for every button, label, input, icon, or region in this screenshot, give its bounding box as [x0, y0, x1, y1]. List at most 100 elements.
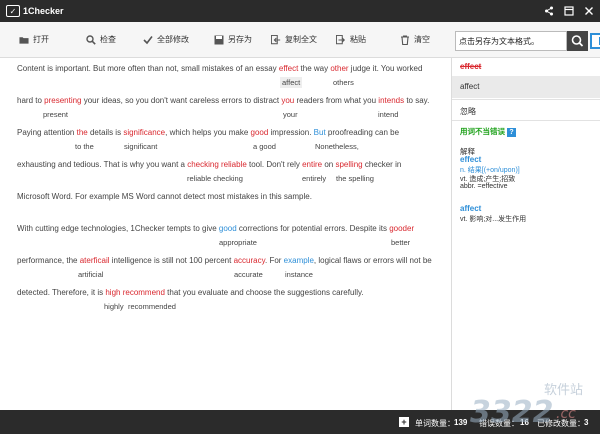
suggestion-item[interactable]: affect: [452, 76, 600, 98]
share-icon[interactable]: [544, 6, 554, 16]
error-word[interactable]: checking reliable: [187, 160, 247, 169]
error-word[interactable]: effect: [279, 64, 298, 73]
suggestion-chip[interactable]: artificial: [78, 270, 103, 279]
close-icon[interactable]: [584, 6, 594, 16]
status-bar: + 单词数量： 139 错误数量： 16 已修改数量： 3: [0, 410, 600, 434]
save-as-button[interactable]: 另存为: [214, 22, 252, 58]
advice-word[interactable]: good: [219, 224, 237, 233]
error-word[interactable]: good: [251, 128, 269, 137]
folder-icon: [19, 36, 29, 44]
editor-area[interactable]: Content is important. But more often tha…: [0, 58, 451, 410]
suggestion-chip[interactable]: significant: [124, 142, 157, 151]
text-run: , logical flaws or errors will not be: [313, 256, 432, 265]
clear-icon: [401, 34, 409, 45]
error-word[interactable]: the: [77, 128, 88, 137]
text-run: checker in: [362, 160, 402, 169]
error-word[interactable]: presenting: [44, 96, 81, 105]
search-input[interactable]: 点击另存为文本格式。: [455, 31, 567, 51]
suggestion-chip[interactable]: a good: [253, 142, 276, 151]
suggestion-chip[interactable]: reliable checking: [187, 174, 243, 183]
plus-icon[interactable]: +: [399, 417, 409, 427]
definition-word: affect: [460, 204, 482, 213]
text-run: hard to: [17, 96, 45, 105]
check-label: 检查: [100, 35, 116, 44]
search-button[interactable]: [567, 31, 588, 51]
title-bar: ✓ 1Checker: [0, 0, 600, 22]
suggestion-panel: effect affect 忽略 用词不当错误? 解释 effect n. 结果…: [451, 58, 600, 410]
fixed-count: 3: [584, 418, 589, 427]
search-area: 点击另存为文本格式。: [451, 22, 600, 58]
suggestion-chip[interactable]: the spelling: [336, 174, 374, 183]
report-link[interactable]: 用词不当错误?: [460, 126, 516, 137]
suggestion-chip[interactable]: accurate: [234, 270, 263, 279]
word-count: 139: [454, 418, 468, 427]
open-button[interactable]: 打开: [19, 22, 49, 58]
suggestion-chip[interactable]: affect: [280, 77, 303, 88]
app-title: 1Checker: [23, 6, 64, 16]
text-run: on: [322, 160, 336, 169]
advice-word[interactable]: But: [314, 128, 326, 137]
definition-line: vt. 影响;对...发生作用: [460, 216, 527, 223]
error-word[interactable]: other: [330, 64, 348, 73]
error-word[interactable]: significance: [123, 128, 165, 137]
paste-button[interactable]: 粘贴: [336, 22, 366, 58]
text-run: corrections for potential errors. Despit…: [236, 224, 390, 233]
text-run: tool. Don't rely: [246, 160, 303, 169]
paste-icon: [336, 34, 346, 44]
error-word[interactable]: gooder: [389, 224, 414, 233]
save-as-label: 另存为: [228, 35, 252, 44]
text-run: detected. Therefore, it is: [17, 288, 106, 297]
ignore-button[interactable]: 忽略: [452, 99, 600, 121]
text-run: Content is important. But more often tha…: [17, 64, 279, 73]
report-label: 用词不当错误: [460, 127, 505, 136]
error-word[interactable]: accuracy: [234, 256, 265, 265]
advice-word[interactable]: example: [284, 256, 314, 265]
suggestion-chip[interactable]: recommended: [128, 302, 176, 311]
error-word[interactable]: spelling: [335, 160, 362, 169]
suggestion-chip[interactable]: entirely: [302, 174, 326, 183]
text-run: performance, the: [17, 256, 80, 265]
error-count: 16: [520, 418, 529, 427]
suggestion-chip[interactable]: present: [43, 110, 68, 119]
text-run: to say.: [404, 96, 430, 105]
modify-all-button[interactable]: 全部修改: [143, 22, 189, 58]
editor-line: Paying attention the details is signific…: [17, 128, 399, 137]
check-all-icon: [143, 35, 153, 44]
copy-all-button[interactable]: 复制全文: [271, 22, 317, 58]
suggestion-chip[interactable]: appropriate: [219, 238, 257, 247]
suggestion-chip[interactable]: highly: [104, 302, 124, 311]
text-run: exhausting and tedious. That is why you …: [17, 160, 188, 169]
suggestion-chip[interactable]: better: [391, 238, 410, 247]
error-word[interactable]: intends: [378, 96, 404, 105]
panel-toggle[interactable]: [590, 33, 600, 49]
save-icon: [214, 35, 224, 44]
suggestion-chip[interactable]: instance: [285, 270, 313, 279]
modify-all-label: 全部修改: [157, 35, 189, 44]
editor-line: With cutting edge technologies, 1Checker…: [17, 224, 414, 233]
text-run: With cutting edge technologies, 1Checker…: [17, 224, 219, 233]
check-button[interactable]: 检查: [86, 22, 116, 58]
text-run: your ideas, so you don't want careless e…: [81, 96, 282, 105]
suggestion-chip[interactable]: intend: [378, 110, 398, 119]
error-word[interactable]: you: [281, 96, 294, 105]
error-word[interactable]: recommend: [123, 288, 165, 297]
definition-word: effect: [460, 155, 482, 164]
window-controls: [544, 0, 594, 22]
restore-icon[interactable]: [564, 6, 574, 16]
suggestion-chip[interactable]: others: [333, 78, 354, 87]
editor-line: Content is important. But more often tha…: [17, 64, 422, 73]
error-word-title: effect: [460, 62, 482, 71]
suggestion-chip[interactable]: your: [283, 110, 298, 119]
text-run: that you evaluate and choose the suggest…: [164, 288, 364, 297]
help-icon[interactable]: ?: [507, 127, 516, 137]
clear-button[interactable]: 清空: [400, 22, 430, 58]
suggestion-chip[interactable]: Nonetheless,: [315, 142, 359, 151]
error-word[interactable]: entire: [302, 160, 322, 169]
error-word[interactable]: aterficail: [80, 256, 110, 265]
toolbar: 打开 检查 全部修改 另存为 复制全文 粘贴 清空: [0, 22, 451, 58]
editor-line: detected. Therefore, it is high recommen…: [17, 288, 364, 297]
error-word[interactable]: high: [105, 288, 120, 297]
text-run: details is: [87, 128, 124, 137]
suggestion-chip[interactable]: to the: [75, 142, 94, 151]
text-run: readers from what you: [294, 96, 379, 105]
